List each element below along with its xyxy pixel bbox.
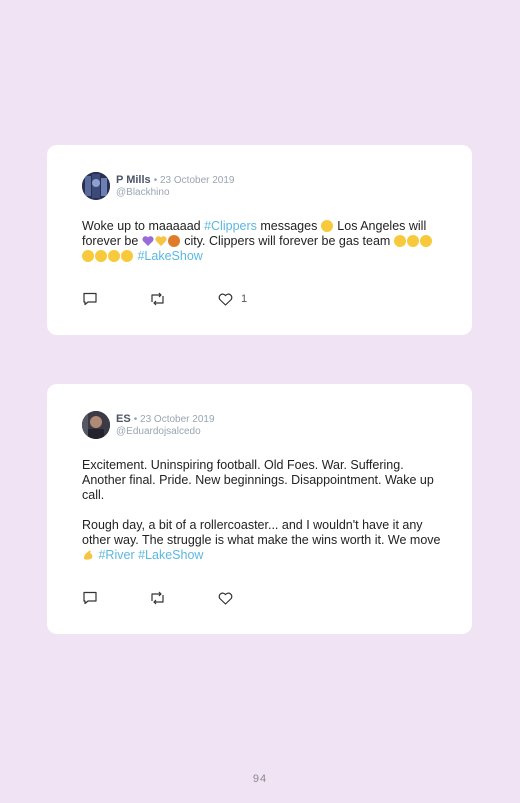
tweet-card: P Mills • 23 October 2019 @Blackhino Wok… — [47, 145, 472, 335]
hashtag-link[interactable]: #LakeShow — [137, 249, 202, 263]
tweet-date: • 23 October 2019 — [153, 175, 235, 186]
laughing-emoji-icon — [393, 235, 406, 247]
hashtag-link[interactable]: #River — [98, 548, 134, 562]
tweet-paragraph: Excitement. Uninspiring football. Old Fo… — [82, 458, 434, 502]
tweet-card: ES • 23 October 2019 @Eduardojsalcedo Ex… — [47, 384, 472, 634]
retweet-button[interactable] — [149, 291, 166, 307]
laughing-emoji-icon — [95, 250, 107, 262]
author-line: P Mills • 23 October 2019 — [116, 174, 235, 186]
heart-icon — [218, 592, 233, 605]
laughing-emoji-icon — [419, 235, 432, 247]
retweet-icon — [151, 591, 164, 605]
heart-icon — [218, 293, 233, 306]
author-handle[interactable]: @Eduardojsalcedo — [116, 426, 201, 437]
tweet-text-segment: Woke up to maaaaad — [82, 219, 205, 233]
author-name[interactable]: ES — [116, 413, 131, 425]
tweet-text-segment: messages — [256, 219, 321, 233]
like-count: 1 — [241, 293, 248, 305]
tweet-text-segment: Rough day, a bit of a rollercoaster... a… — [82, 518, 441, 547]
laughing-emoji-icon — [121, 250, 133, 262]
avatar[interactable] — [82, 411, 110, 439]
like-button[interactable]: 1 — [218, 291, 247, 307]
confused-face-emoji-icon — [320, 220, 333, 232]
author-name[interactable]: P Mills — [116, 174, 151, 186]
author-line: ES • 23 October 2019 — [116, 413, 215, 425]
reply-button[interactable] — [82, 590, 98, 606]
hashtag-link[interactable]: #Clippers — [204, 219, 257, 233]
laughing-emoji-icon — [406, 235, 419, 247]
tweet-header: P Mills • 23 October 2019 @Blackhino — [82, 172, 442, 202]
basketball-emoji-icon — [167, 235, 180, 247]
tweet-paragraph: Rough day, a bit of a rollercoaster... a… — [82, 518, 442, 563]
reply-icon — [83, 292, 97, 306]
laughing-emoji-icon — [82, 250, 94, 262]
reply-icon — [83, 591, 97, 605]
tweet-header: ES • 23 October 2019 @Eduardojsalcedo — [82, 411, 442, 441]
author-handle[interactable]: @Blackhino — [116, 187, 170, 198]
hashtag-link[interactable]: #LakeShow — [138, 548, 203, 562]
like-button[interactable] — [218, 590, 241, 606]
retweet-icon — [151, 292, 164, 306]
page-number: 94 — [252, 773, 268, 785]
retweet-button[interactable] — [149, 590, 166, 606]
tweet-actions: 1 — [82, 291, 382, 307]
tweet-text: Woke up to maaaaad #Clippers messages Lo… — [82, 219, 442, 264]
laughing-emoji-icon — [108, 250, 120, 262]
tweet-text: Excitement. Uninspiring football. Old Fo… — [82, 458, 442, 563]
tweet-actions — [82, 590, 382, 606]
reply-button[interactable] — [82, 291, 98, 307]
avatar[interactable] — [82, 172, 110, 200]
yellow-heart-emoji-icon — [155, 235, 167, 247]
flexed-biceps-emoji-icon — [82, 549, 94, 561]
purple-heart-emoji-icon — [142, 235, 154, 247]
tweet-date: • 23 October 2019 — [133, 414, 215, 425]
tweet-text-segment: city. Clippers will forever be gas team — [180, 234, 394, 248]
